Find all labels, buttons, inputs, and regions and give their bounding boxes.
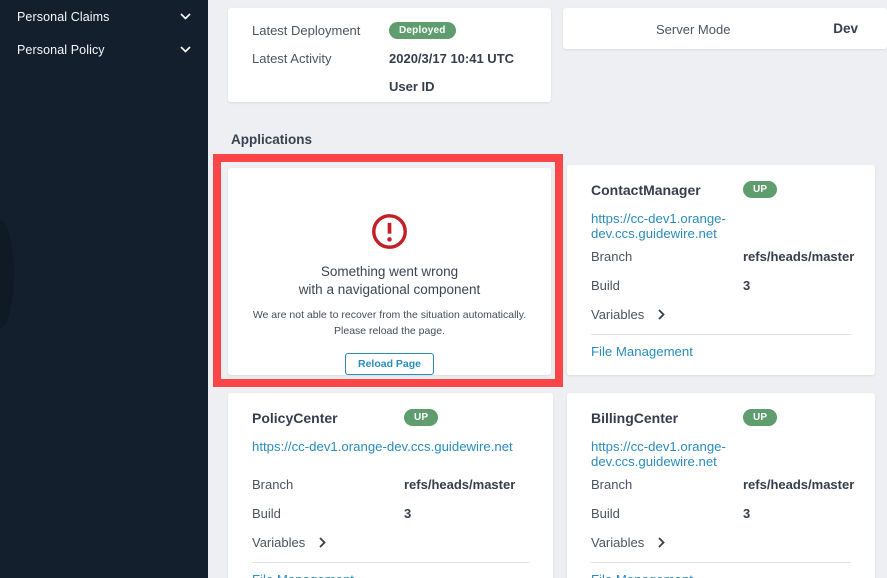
application-card-policycenter: PolicyCenter UP https://cc-dev1.orange-d… xyxy=(228,393,553,578)
branch-label: Branch xyxy=(591,477,743,492)
server-mode-card: Server Mode Dev xyxy=(563,8,887,49)
branch-value: refs/heads/master xyxy=(404,477,529,492)
variables-label: Variables xyxy=(252,535,305,550)
file-management-link[interactable]: File Management xyxy=(591,572,693,578)
server-mode-value: Dev xyxy=(833,21,858,36)
error-exclamation-icon xyxy=(371,213,408,250)
application-name: ContactManager xyxy=(591,182,743,198)
deployed-status-badge: Deployed xyxy=(389,22,456,39)
branch-label: Branch xyxy=(252,477,404,492)
sidebar-item-label: Personal Claims xyxy=(17,10,110,24)
chevron-right-icon xyxy=(658,537,665,548)
error-title: Something went wrong with a navigational… xyxy=(228,263,551,299)
application-name: BillingCenter xyxy=(591,410,743,426)
chevron-down-icon xyxy=(180,46,191,53)
dashboard-page: Personal Claims Personal Policy Latest D… xyxy=(0,0,887,578)
build-label: Build xyxy=(252,506,404,521)
chevron-right-icon xyxy=(319,537,326,548)
sidebar-drawer-notch xyxy=(0,220,14,328)
chevron-down-icon xyxy=(180,13,191,20)
variables-toggle[interactable]: Variables xyxy=(591,306,851,322)
build-label: Build xyxy=(591,278,743,293)
error-card: Something went wrong with a navigational… xyxy=(228,168,551,375)
reload-page-button[interactable]: Reload Page xyxy=(345,353,434,375)
build-value: 3 xyxy=(743,506,851,521)
sidebar-item-label: Personal Policy xyxy=(17,43,105,57)
variables-toggle[interactable]: Variables xyxy=(252,534,529,550)
status-badge: UP xyxy=(743,181,777,198)
divider xyxy=(591,562,851,563)
status-badge: UP xyxy=(404,409,438,426)
divider xyxy=(252,562,529,563)
application-card-contactmanager: ContactManager UP https://cc-dev1.orange… xyxy=(567,165,875,375)
sidebar-item-personal-policy[interactable]: Personal Policy xyxy=(0,33,208,66)
build-value: 3 xyxy=(743,278,851,293)
application-url-link[interactable]: https://cc-dev1.orange-dev.ccs.guidewire… xyxy=(591,211,851,227)
file-management-link[interactable]: File Management xyxy=(252,572,354,578)
file-management-link[interactable]: File Management xyxy=(591,344,693,359)
latest-activity-value: 2020/3/17 10:41 UTC xyxy=(389,51,527,66)
server-mode-label: Server Mode xyxy=(656,22,730,37)
applications-heading: Applications xyxy=(231,132,312,147)
branch-value: refs/heads/master xyxy=(743,477,854,492)
variables-label: Variables xyxy=(591,535,644,550)
latest-deployment-card: Latest Deployment Deployed Latest Activi… xyxy=(228,8,551,102)
divider xyxy=(591,334,851,335)
sidebar-item-personal-claims[interactable]: Personal Claims xyxy=(0,0,208,33)
branch-value: refs/heads/master xyxy=(743,249,854,264)
variables-label: Variables xyxy=(591,307,644,322)
chevron-right-icon xyxy=(658,309,665,320)
error-message: We are not able to recover from the situ… xyxy=(228,308,551,340)
variables-toggle[interactable]: Variables xyxy=(591,534,851,550)
latest-deployment-label: Latest Deployment xyxy=(252,23,389,38)
sidebar: Personal Claims Personal Policy xyxy=(0,0,208,578)
application-name: PolicyCenter xyxy=(252,410,404,426)
status-badge: UP xyxy=(743,409,777,426)
latest-activity-label: Latest Activity xyxy=(252,51,389,66)
build-label: Build xyxy=(591,506,743,521)
application-card-billingcenter: BillingCenter UP https://cc-dev1.orange-… xyxy=(567,393,875,578)
build-value: 3 xyxy=(404,506,529,521)
application-url-link[interactable]: https://cc-dev1.orange-dev.ccs.guidewire… xyxy=(591,439,851,455)
user-id-label: User ID xyxy=(389,79,527,94)
application-url-link[interactable]: https://cc-dev1.orange-dev.ccs.guidewire… xyxy=(252,439,529,455)
branch-label: Branch xyxy=(591,249,743,264)
